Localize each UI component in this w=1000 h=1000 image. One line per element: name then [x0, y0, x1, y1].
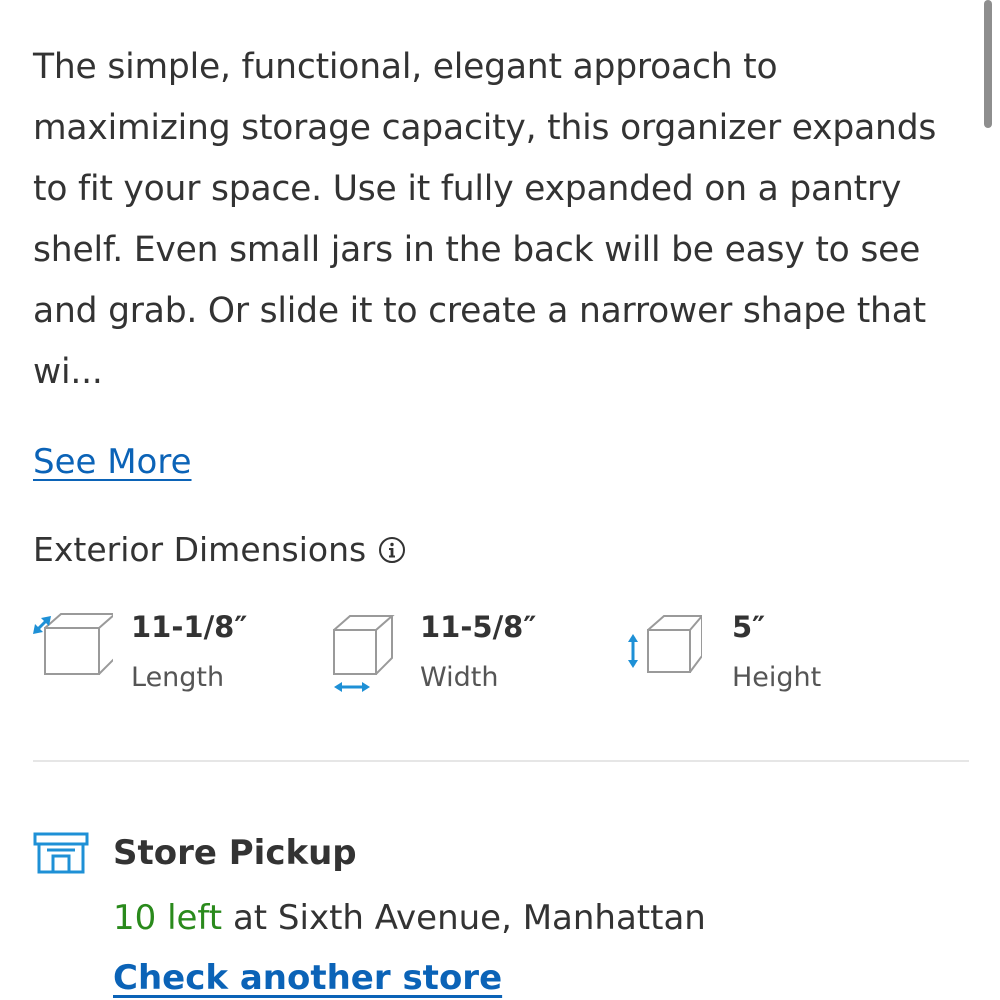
- store-pickup-header: Store Pickup: [33, 832, 357, 874]
- exterior-dimensions-heading: Exterior Dimensions: [33, 530, 406, 569]
- store-icon: [33, 832, 89, 874]
- height-label: Height: [732, 662, 822, 693]
- section-divider: [33, 760, 969, 762]
- dimension-height: 5″ Height: [622, 600, 821, 700]
- info-circle-icon[interactable]: [378, 536, 406, 564]
- width-label: Width: [420, 662, 499, 693]
- scrollbar[interactable]: [984, 0, 992, 128]
- store-availability: 10 left at Sixth Avenue, Manhattan: [113, 898, 706, 938]
- width-cube-icon: [333, 615, 395, 692]
- check-another-store-link[interactable]: Check another store: [113, 958, 502, 998]
- length-cube-icon: [33, 613, 113, 675]
- height-cube-icon: [628, 615, 702, 673]
- height-value: 5″: [732, 610, 766, 644]
- store-pickup-title: Store Pickup: [113, 833, 357, 873]
- product-description: The simple, functional, elegant approach…: [33, 47, 937, 392]
- length-value: 11-1/8″: [131, 610, 248, 644]
- store-location: at Sixth Avenue, Manhattan: [222, 898, 706, 938]
- stock-count: 10 left: [113, 898, 223, 938]
- length-label: Length: [131, 662, 225, 693]
- see-more-link[interactable]: See More: [33, 442, 192, 482]
- exterior-dimensions-title: Exterior Dimensions: [33, 530, 367, 569]
- width-value: 11-5/8″: [420, 610, 537, 644]
- dimension-width: 11-5/8″ Width: [330, 600, 536, 700]
- dimension-length: 11-1/8″ Length: [33, 600, 247, 700]
